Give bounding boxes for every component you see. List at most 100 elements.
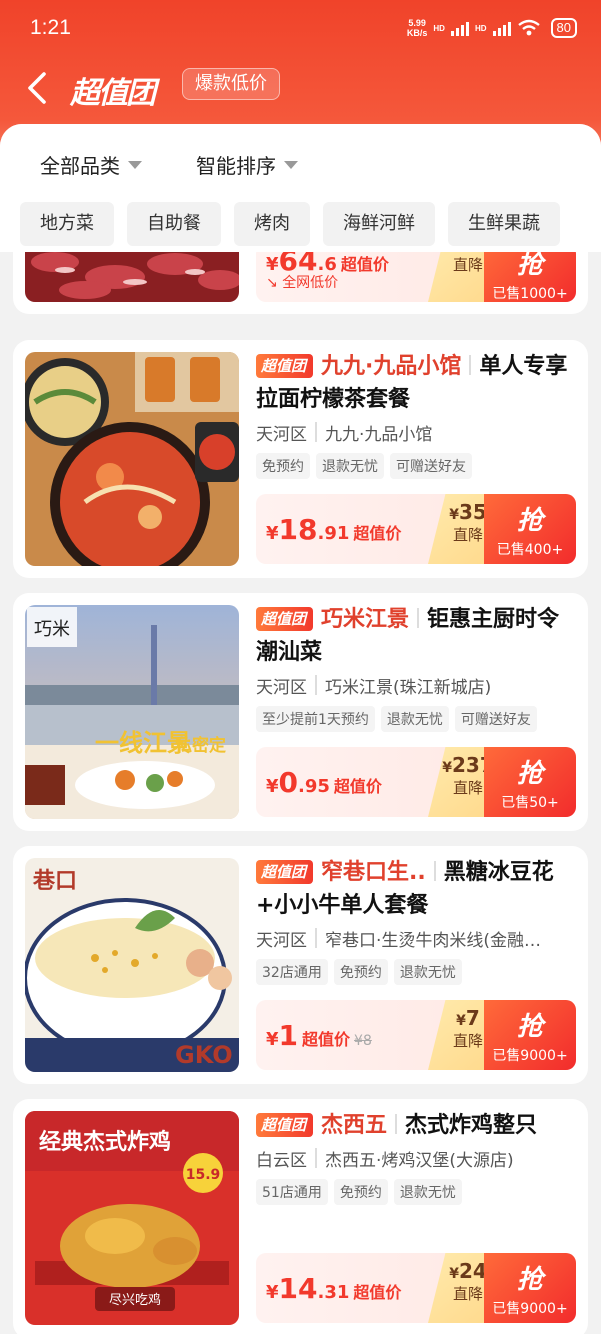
brand-tag: 爆款低价 bbox=[182, 68, 280, 100]
grab-button[interactable]: 抢已售400+ bbox=[484, 494, 576, 564]
trend-down-icon: ↘ bbox=[266, 275, 278, 291]
tag: 免预约 bbox=[333, 1179, 388, 1205]
badge: 超值团 bbox=[256, 607, 314, 631]
grab-button[interactable]: 抢已售9000+ bbox=[484, 1000, 576, 1070]
meat-image bbox=[25, 252, 239, 302]
buy-bar: ¥14.31 超值价 ¥24 直降 抢已售9000+ bbox=[256, 1253, 576, 1323]
wifi-icon bbox=[517, 19, 540, 36]
deal-title: 超值团 九九·九品小馆 单人专享拉面柠檬茶套餐 bbox=[256, 350, 576, 416]
deal-price: ¥18.91 超值价 bbox=[266, 513, 402, 546]
grab-button[interactable]: 抢已售9000+ bbox=[484, 1253, 576, 1323]
deal-title: 超值团 巧米江景 钜惠主厨时令潮汕菜 bbox=[256, 603, 576, 669]
badge: 超值团 bbox=[256, 1113, 314, 1137]
chip-local[interactable]: 地方菜 bbox=[20, 202, 114, 246]
deal-card[interactable]: 超值团 九九·九品小馆 单人专享拉面柠檬茶套餐 天河区 九九·九品小馆 免预约 退款无… bbox=[13, 340, 588, 578]
deal-tags: 51店通用 免预约 退款无忧 bbox=[256, 1179, 576, 1205]
buy-bar: ¥1 超值价 ¥8 ¥7 直降 抢已售9000+ bbox=[256, 1000, 576, 1070]
buy-bar: ¥64.6 超值价 ↘ 全网低价 直降 抢 已售1000+ bbox=[256, 252, 576, 302]
chip-seafood[interactable]: 海鲜河鲜 bbox=[323, 202, 435, 246]
chip-buffet[interactable]: 自助餐 bbox=[127, 202, 221, 246]
image-banner-text: GKO bbox=[175, 1041, 233, 1069]
status-time: 1:21 bbox=[30, 16, 71, 39]
tag: 退款无忧 bbox=[316, 453, 384, 479]
buy-bar: ¥18.91 超值价 ¥35 直降 抢已售400+ bbox=[256, 494, 576, 564]
image-price-tag: 15.9 bbox=[186, 1167, 221, 1183]
deal-image bbox=[25, 352, 239, 566]
tag: 退款无忧 bbox=[380, 706, 449, 732]
tag: 51店通用 bbox=[256, 1179, 328, 1205]
image-ribbon-text: 尽兴吃鸡 bbox=[109, 1292, 161, 1308]
tag: 至少提前1天预约 bbox=[256, 706, 375, 732]
sort-filter[interactable]: 智能排序 bbox=[196, 150, 298, 179]
tag: 退款无忧 bbox=[393, 959, 462, 985]
deal-tags: 32店通用 免预约 退款无忧 bbox=[256, 959, 576, 985]
chevron-down-icon bbox=[128, 160, 142, 169]
buy-bar: ¥0.95 超值价 ¥237 直降 抢已售50+ bbox=[256, 747, 576, 817]
deal-image: 巧米 一线江景 私密定 bbox=[25, 605, 239, 819]
tag: 退款无忧 bbox=[393, 1179, 462, 1205]
grab-button[interactable]: 抢 已售1000+ bbox=[484, 252, 576, 302]
deal-price: ¥14.31 超值价 bbox=[266, 1272, 402, 1305]
badge: 超值团 bbox=[256, 860, 314, 884]
chip-fresh[interactable]: 生鲜果蔬 bbox=[448, 202, 560, 246]
back-icon[interactable] bbox=[20, 68, 56, 108]
image-logo-text: 巧米 bbox=[34, 619, 70, 640]
location: 天河区 巧米江景(珠江新城店) bbox=[256, 673, 576, 698]
deal-tags: 免预约 退款无忧 可赠送好友 bbox=[256, 453, 576, 479]
deal-info: 超值团 九九·九品小馆 单人专享拉面柠檬茶套餐 天河区 九九·九品小馆 免预约 退款无… bbox=[256, 350, 576, 479]
image-banner-text: 经典杰式炸鸡 bbox=[39, 1129, 171, 1155]
signal-icon bbox=[450, 20, 469, 36]
deal-tags: 至少提前1天预约 退款无忧 可赠送好友 bbox=[256, 706, 576, 732]
deal-info: 超值团 杰西五 杰式炸鸡整只 白云区 杰西五·烤鸡汉堡(大源店) 51店通用 免预约 … bbox=[256, 1109, 576, 1205]
deal-card[interactable]: 经典杰式炸鸡 15.9 尽兴吃鸡 超值团 杰西五 杰式炸鸡整只 白云区 杰西五·烤鸡汉… bbox=[13, 1099, 588, 1334]
location: 白云区 杰西五·烤鸡汉堡(大源店) bbox=[256, 1146, 576, 1171]
shop-name: 杰西五 bbox=[321, 1113, 388, 1138]
chevron-down-icon bbox=[284, 160, 298, 169]
location: 天河区 窄巷口·生烫牛肉米线(金融… bbox=[256, 926, 576, 951]
location: 天河区 九九·九品小馆 bbox=[256, 420, 576, 445]
fried-chicken-image: 经典杰式炸鸡 15.9 尽兴吃鸡 bbox=[25, 1111, 239, 1325]
tag: 免预约 bbox=[256, 453, 310, 479]
chip-bbq[interactable]: 烤肉 bbox=[234, 202, 310, 246]
deal-info: 超值团 巧米江景 钜惠主厨时令潮汕菜 天河区 巧米江景(珠江新城店) 至少提前1天预约… bbox=[256, 603, 576, 732]
status-icons: 5.99 KB/s HD HD 80 bbox=[407, 18, 577, 38]
hd-label-2: HD bbox=[474, 23, 487, 33]
battery-icon: 80 bbox=[550, 18, 577, 38]
tag: 免预约 bbox=[333, 959, 388, 985]
shop-name: 九九·九品小馆 bbox=[321, 354, 462, 379]
category-filter[interactable]: 全部品类 bbox=[40, 150, 142, 179]
category-chips: 地方菜 自助餐 烤肉 海鲜河鲜 生鲜果蔬 bbox=[20, 202, 560, 246]
lowest-note: ↘ 全网低价 bbox=[266, 275, 339, 291]
image-logo-text: 巷口 bbox=[32, 868, 77, 894]
tag: 可赠送好友 bbox=[390, 453, 472, 479]
deal-list: ¥64.6 超值价 ↘ 全网低价 直降 抢 已售1000+ 超值团 九九·九品小… bbox=[0, 252, 601, 1334]
shop-name: 巧米江景 bbox=[321, 607, 410, 632]
deal-card[interactable]: 巷口 GKO 超值团 窄巷口生.. 黑糖冰豆花+小小牛单人套餐 天河区 窄巷口·生烫牛… bbox=[13, 846, 588, 1084]
deal-price: ¥0.95 超值价 bbox=[266, 766, 382, 799]
shop-name: 窄巷口生.. bbox=[321, 860, 426, 885]
deal-card-partial[interactable]: ¥64.6 超值价 ↘ 全网低价 直降 抢 已售1000+ bbox=[13, 252, 588, 314]
signal-icon-2 bbox=[492, 20, 511, 36]
deal-title: 超值团 窄巷口生.. 黑糖冰豆花+小小牛单人套餐 bbox=[256, 856, 576, 922]
net-speed: 5.99 KB/s bbox=[406, 18, 428, 38]
dish-name: 杰式炸鸡整只 bbox=[405, 1113, 538, 1138]
deal-image bbox=[25, 252, 239, 302]
tag: 可赠送好友 bbox=[454, 706, 537, 732]
brand-logo: 超值团 bbox=[70, 76, 156, 111]
page-header: 超值团 爆款低价 bbox=[0, 60, 601, 116]
deal-price: ¥1 超值价 ¥8 bbox=[266, 1019, 372, 1052]
deal-card[interactable]: 巧米 一线江景 私密定 超值团 巧米江景 钜惠主厨时令潮汕菜 天河区 巧米江景(珠江新… bbox=[13, 593, 588, 831]
image-banner-text-2: 私密定 bbox=[175, 735, 226, 756]
hd-label: HD bbox=[433, 23, 445, 33]
deal-image: 巷口 GKO bbox=[25, 858, 239, 1072]
deal-image: 经典杰式炸鸡 15.9 尽兴吃鸡 bbox=[25, 1111, 239, 1325]
original-price: ¥8 bbox=[354, 1033, 372, 1049]
noodle-image bbox=[25, 352, 239, 566]
river-view-image: 巧米 一线江景 私密定 bbox=[25, 605, 239, 819]
content-panel: 全部品类 智能排序 地方菜 自助餐 烤肉 海鲜河鲜 生鲜果蔬 ¥64.6 超值价… bbox=[0, 124, 601, 1334]
badge: 超值团 bbox=[256, 354, 314, 378]
tag: 32店通用 bbox=[256, 959, 328, 985]
deal-info: 超值团 窄巷口生.. 黑糖冰豆花+小小牛单人套餐 天河区 窄巷口·生烫牛肉米线(金融…… bbox=[256, 856, 576, 985]
filter-bar: 全部品类 智能排序 地方菜 自助餐 烤肉 海鲜河鲜 生鲜果蔬 bbox=[0, 124, 601, 252]
grab-button[interactable]: 抢已售50+ bbox=[484, 747, 576, 817]
